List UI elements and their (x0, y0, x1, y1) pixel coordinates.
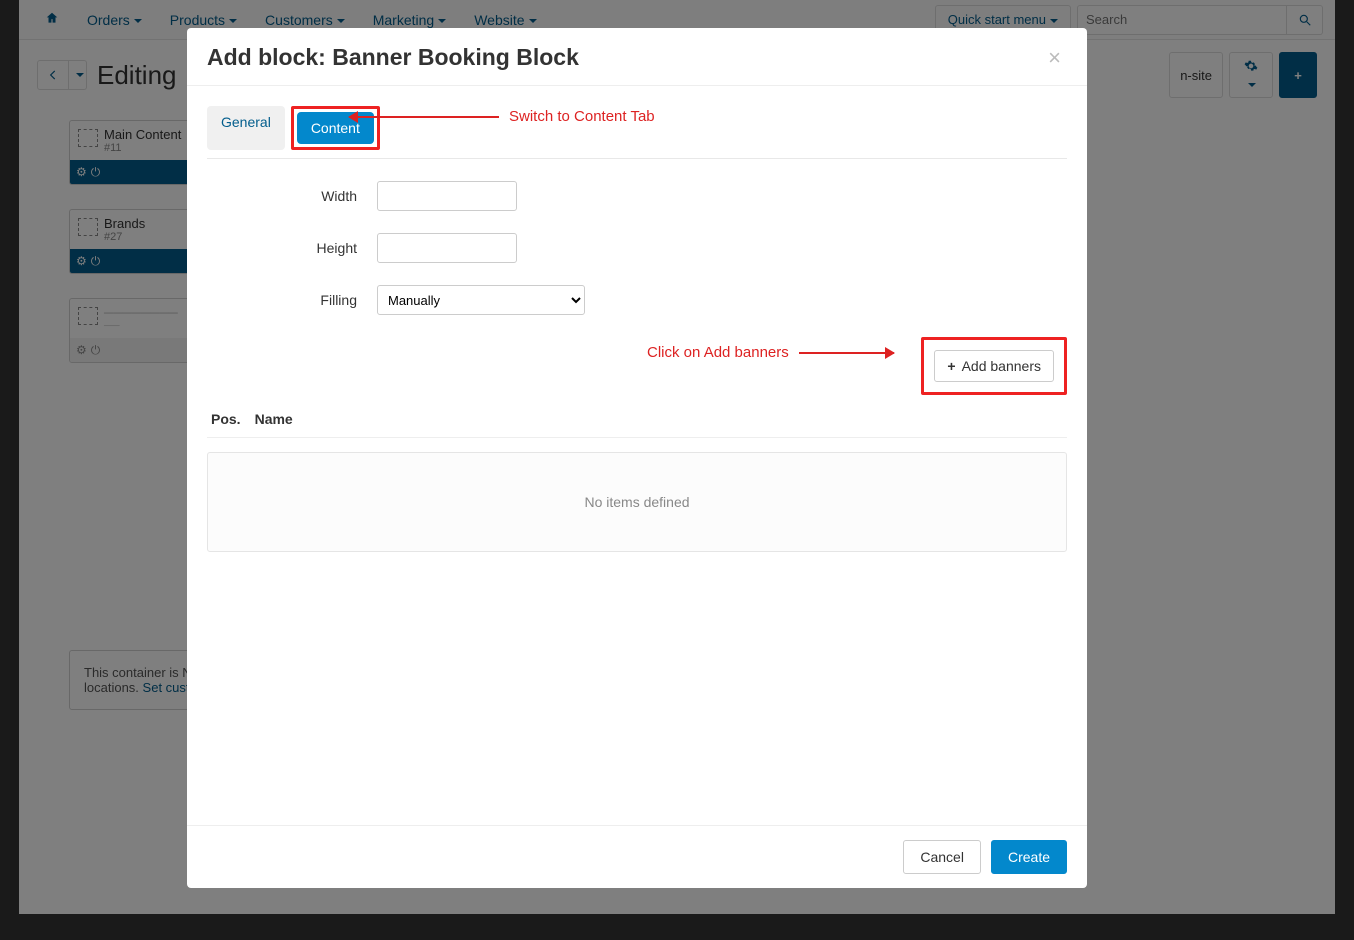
annotation-switch-tab: Switch to Content Tab (349, 108, 655, 125)
col-pos: Pos. (211, 411, 241, 427)
width-label: Width (207, 188, 377, 204)
filling-select[interactable]: Manually (377, 285, 585, 315)
add-banners-button[interactable]: + Add banners (934, 350, 1054, 382)
cancel-button[interactable]: Cancel (903, 840, 981, 874)
height-label: Height (207, 240, 377, 256)
height-input[interactable] (377, 233, 517, 263)
close-button[interactable]: × (1042, 45, 1067, 71)
filling-label: Filling (207, 292, 377, 308)
close-icon: × (1048, 45, 1061, 70)
annotation-click-add: Click on Add banners (647, 344, 894, 361)
col-name: Name (255, 411, 293, 427)
plus-icon: + (947, 358, 955, 374)
empty-list: No items defined (207, 452, 1067, 552)
modal-title: Add block: Banner Booking Block (207, 44, 579, 71)
create-button[interactable]: Create (991, 840, 1067, 874)
tab-general[interactable]: General (207, 106, 285, 150)
width-input[interactable] (377, 181, 517, 211)
list-header: Pos. Name (207, 405, 1067, 438)
annotation-highlight-add-banners: + Add banners (921, 337, 1067, 395)
add-block-modal: Add block: Banner Booking Block × Genera… (187, 28, 1087, 888)
